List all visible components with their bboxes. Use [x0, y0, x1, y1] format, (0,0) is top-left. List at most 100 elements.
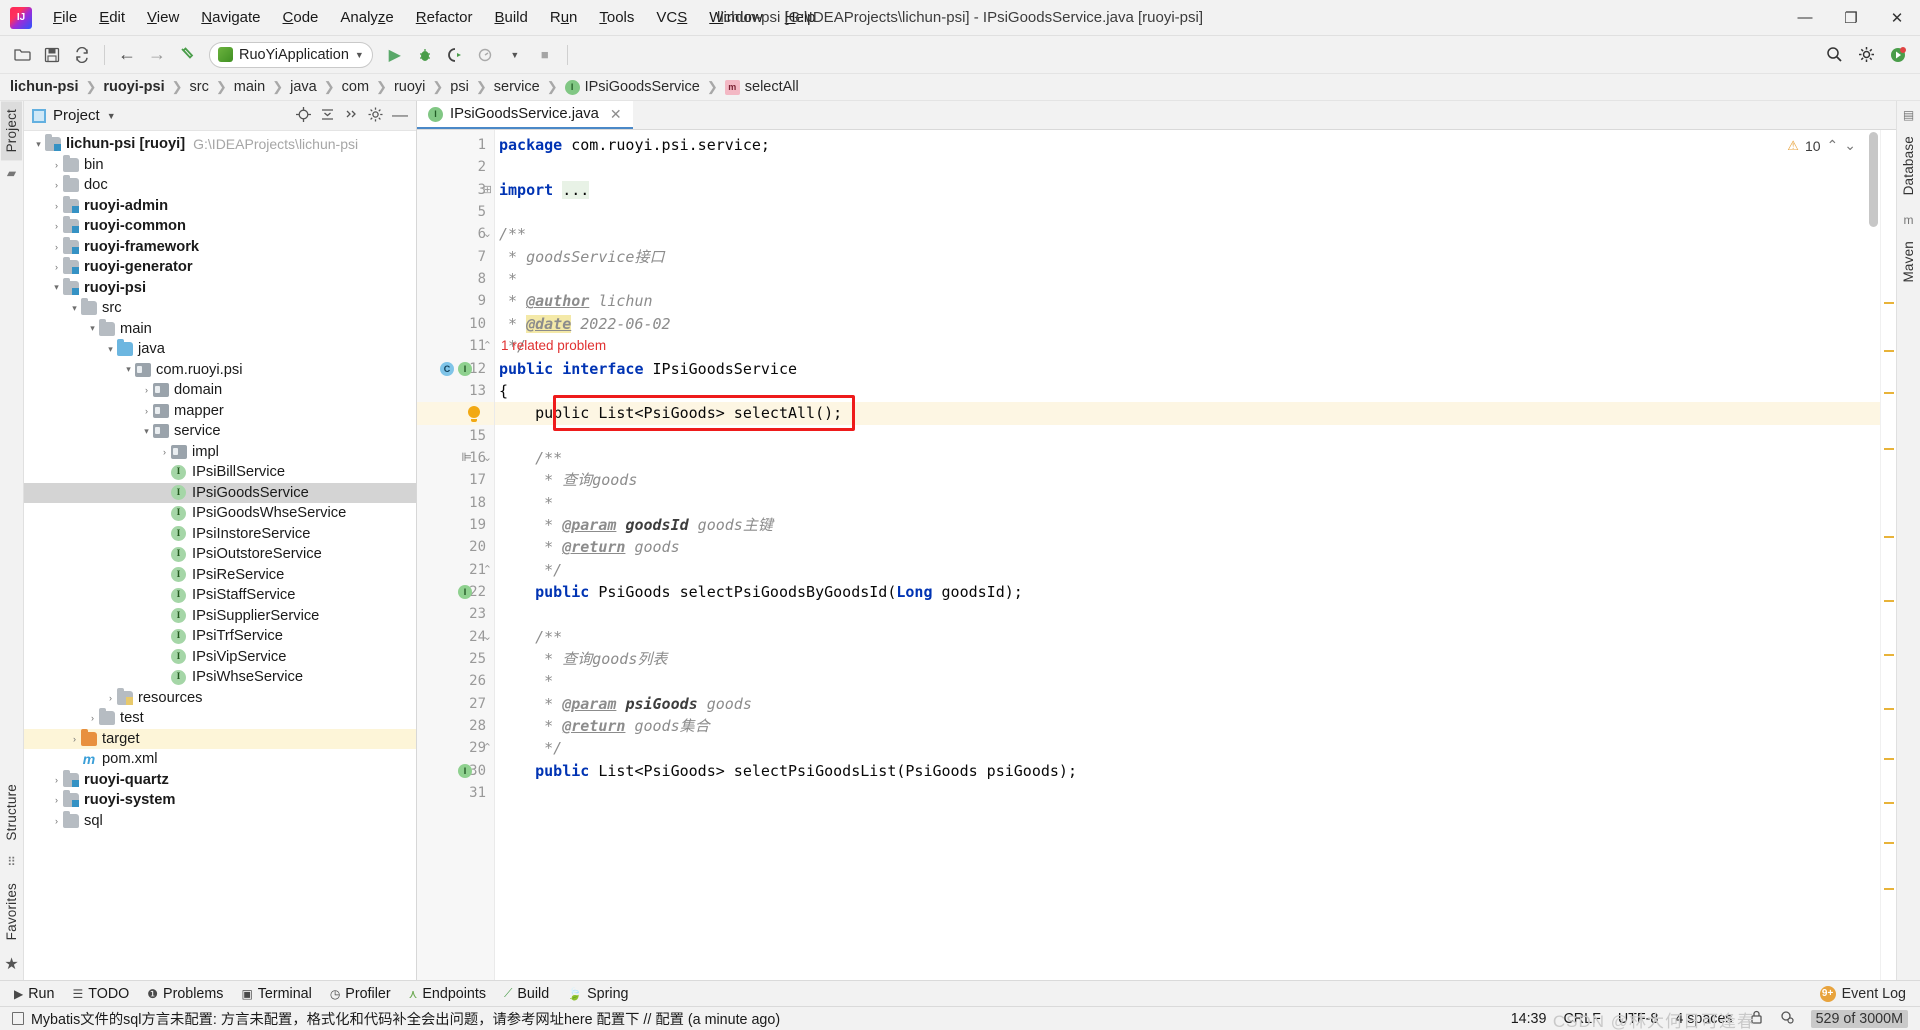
code-folding-icon[interactable]: ⌃ — [483, 339, 492, 352]
tree-node-domain[interactable]: › domain — [24, 380, 416, 401]
build-hammer-icon[interactable] — [173, 41, 201, 69]
search-icon[interactable] — [1820, 41, 1848, 69]
tree-node-resources[interactable]: › resources — [24, 687, 416, 709]
inspection-marker[interactable] — [1884, 802, 1894, 804]
subclass-marker-icon[interactable]: C — [440, 361, 454, 376]
menu-tools[interactable]: Tools — [588, 4, 645, 31]
close-icon[interactable]: ✕ — [610, 106, 622, 123]
memory-indicator[interactable]: 529 of 3000M — [1810, 1009, 1908, 1028]
code-line[interactable]: * @author lichun — [499, 290, 1880, 312]
code-line[interactable]: * @param psiGoods goods — [499, 693, 1880, 715]
implemented-method-icon[interactable]: I — [458, 585, 472, 599]
inspection-marker[interactable] — [1884, 350, 1894, 352]
tree-node-ruoyi-common[interactable]: › ruoyi-common — [24, 216, 416, 237]
inspection-marker[interactable] — [1884, 708, 1894, 710]
menu-view[interactable]: View — [136, 4, 190, 31]
run-button[interactable]: ▶ — [381, 41, 409, 69]
code-folding-icon[interactable]: ⌄ — [483, 451, 492, 464]
breadcrumb-item-10[interactable]: selectAll — [745, 79, 799, 95]
disclosure-triangle-icon[interactable]: ▾ — [104, 344, 117, 355]
folder-icon[interactable]: ▰ — [7, 166, 16, 180]
menu-help[interactable]: Help — [774, 4, 827, 31]
menu-run[interactable]: Run — [539, 4, 589, 31]
disclosure-triangle-icon[interactable]: ▾ — [86, 323, 99, 334]
code-line[interactable]: public PsiGoods selectPsiGoodsByGoodsId(… — [499, 581, 1880, 603]
editor-gutter[interactable]: 1235678910111213141516171819202122232425… — [417, 130, 495, 980]
editor-body[interactable]: 1235678910111213141516171819202122232425… — [417, 130, 1896, 980]
code-line[interactable]: */ — [499, 737, 1880, 759]
disclosure-triangle-icon[interactable]: › — [50, 201, 63, 211]
code-folding-icon[interactable]: ⌃ — [483, 741, 492, 754]
editor-scrollbar[interactable] — [1869, 132, 1878, 227]
tree-node-java[interactable]: ▾ java — [24, 339, 416, 360]
tree-node-ruoyi-quartz[interactable]: › ruoyi-quartz — [24, 769, 416, 791]
code-line[interactable] — [499, 201, 1880, 223]
tree-node-main[interactable]: ▾ main — [24, 318, 416, 340]
tree-node-ipsisupplierservice[interactable]: ›IIPsiSupplierService — [24, 606, 416, 627]
close-button[interactable]: ✕ — [1874, 0, 1920, 36]
code-folding-icon[interactable]: ⌃ — [483, 563, 492, 576]
open-folder-icon[interactable] — [8, 41, 36, 69]
disclosure-triangle-icon[interactable]: ▾ — [68, 303, 81, 314]
tree-node-ipsibillservice[interactable]: ›IIPsiBillService — [24, 462, 416, 483]
menu-window[interactable]: Window — [698, 4, 773, 31]
tool-tab-maven[interactable]: Maven — [1898, 233, 1919, 291]
minimize-button[interactable]: — — [1782, 0, 1828, 36]
tree-node-ipsivipservice[interactable]: ›IIPsiVipService — [24, 647, 416, 668]
tree-node-src[interactable]: ▾ src — [24, 298, 416, 319]
tool-button-todo[interactable]: ☰ TODO — [72, 986, 129, 1002]
inspection-marker[interactable] — [1884, 758, 1894, 760]
sync-icon[interactable] — [68, 41, 96, 69]
locate-icon[interactable] — [296, 106, 311, 125]
tool-button-spring[interactable]: 🍃 Spring — [567, 986, 628, 1002]
event-log-button[interactable]: 9+ Event Log — [1819, 985, 1906, 1002]
project-panel-title[interactable]: Project — [53, 107, 100, 124]
status-message-area[interactable]: Mybatis文件的sql方言未配置: 方言未配置，格式化和代码补全会出问题，请… — [12, 1008, 780, 1029]
disclosure-triangle-icon[interactable]: › — [68, 734, 81, 744]
code-line[interactable]: * 查询goods列表 — [499, 648, 1880, 670]
inspection-settings-icon[interactable] — [1780, 1010, 1794, 1028]
disclosure-triangle-icon[interactable]: › — [50, 816, 63, 826]
tree-node-pom-xml[interactable]: ›mpom.xml — [24, 749, 416, 770]
tool-tab-project[interactable]: Project — [1, 101, 22, 161]
disclosure-triangle-icon[interactable]: ▾ — [50, 282, 63, 293]
disclosure-triangle-icon[interactable]: › — [140, 406, 153, 416]
code-line[interactable]: * — [499, 670, 1880, 692]
inspection-marker[interactable] — [1884, 654, 1894, 656]
profile-button[interactable] — [471, 41, 499, 69]
tree-node-ipsireservice[interactable]: ›IIPsiReService — [24, 565, 416, 586]
chevron-down-icon[interactable]: ▼ — [107, 111, 116, 121]
inspection-marker[interactable] — [1884, 842, 1894, 844]
disclosure-triangle-icon[interactable]: › — [50, 221, 63, 231]
disclosure-triangle-icon[interactable]: › — [158, 447, 171, 457]
database-grid-icon[interactable]: ▤ — [1903, 108, 1914, 122]
code-line[interactable]: * — [499, 268, 1880, 290]
code-folding-icon[interactable]: ⊞ — [483, 183, 492, 196]
breadcrumb-item-3[interactable]: main — [234, 79, 265, 95]
tree-node-ipsiwhseservice[interactable]: ›IIPsiWhseService — [24, 667, 416, 688]
tree-node-ipsiinstoreservice[interactable]: ›IIPsiInstoreService — [24, 524, 416, 545]
menu-file[interactable]: File — [42, 4, 88, 31]
breadcrumb-item-0[interactable]: lichun-psi — [10, 79, 78, 95]
structure-icon[interactable]: ⠿ — [7, 855, 16, 869]
implemented-method-icon[interactable]: I — [458, 361, 472, 376]
forward-icon[interactable]: → — [143, 41, 171, 69]
indent-widget[interactable]: 4 spaces — [1675, 1011, 1732, 1027]
tree-node-test[interactable]: › test — [24, 708, 416, 729]
code-line[interactable]: * goodsService接口 — [499, 246, 1880, 268]
inspection-marker[interactable] — [1884, 448, 1894, 450]
code-line[interactable]: /** — [499, 447, 1880, 469]
save-icon[interactable] — [38, 41, 66, 69]
tree-node-ruoyi-framework[interactable]: › ruoyi-framework — [24, 236, 416, 258]
run-with-coverage-button[interactable] — [441, 41, 469, 69]
hide-icon[interactable]: — — [392, 107, 408, 123]
code-line[interactable]: * @return goods集合 — [499, 715, 1880, 737]
code-line[interactable]: * @param goodsId goods主键 — [499, 514, 1880, 536]
breadcrumb-item-2[interactable]: src — [190, 79, 209, 95]
disclosure-triangle-icon[interactable]: › — [50, 242, 63, 252]
tree-node-bin[interactable]: › bin — [24, 154, 416, 176]
code-line[interactable]: * @date 2022-06-02 — [499, 313, 1880, 335]
inspection-marker[interactable] — [1884, 600, 1894, 602]
menu-vcs[interactable]: VCS — [645, 4, 698, 31]
expand-icon[interactable] — [344, 107, 359, 125]
